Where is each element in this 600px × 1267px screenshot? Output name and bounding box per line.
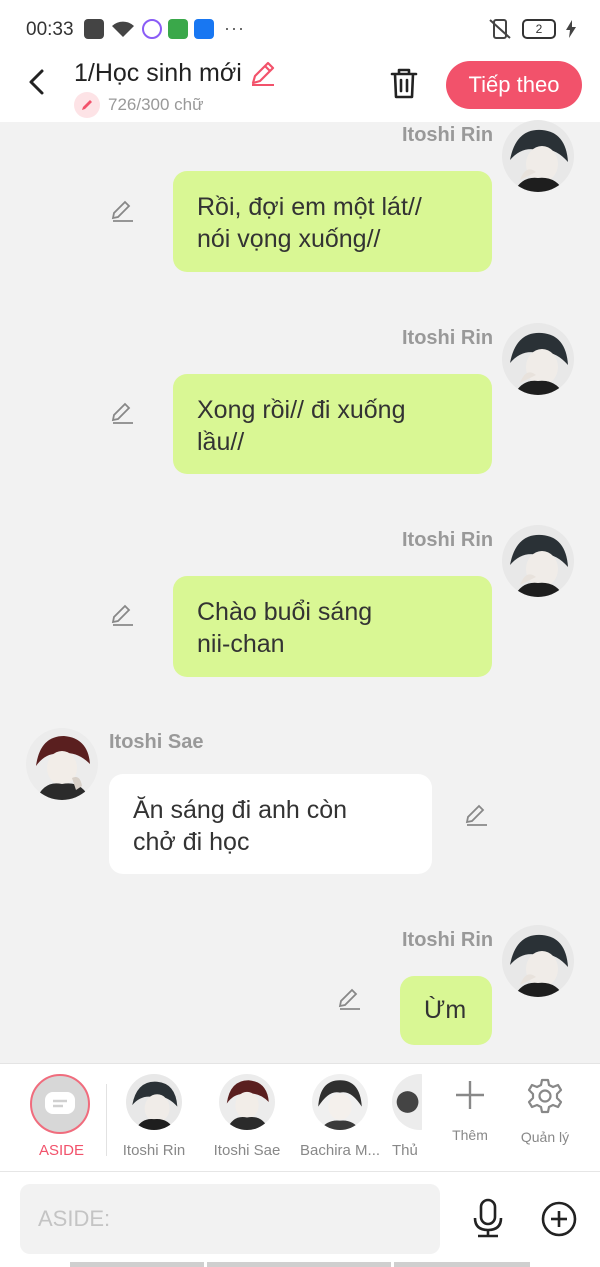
- edit-message-icon[interactable]: [464, 802, 490, 828]
- aside-button[interactable]: [30, 1074, 90, 1134]
- avatar[interactable]: [26, 728, 98, 800]
- character-item[interactable]: Itoshi Sae: [212, 1074, 282, 1159]
- message-bubble[interactable]: Xong rồi// đi xuống lầu//: [173, 374, 492, 474]
- wifi-icon: [112, 21, 134, 37]
- sender-name: Itoshi Rin: [402, 529, 494, 551]
- character-name: Itoshi Sae: [213, 1142, 281, 1159]
- notification-icons: ···: [84, 18, 245, 39]
- chapter-header: 1/Học sinh mới 726/300 chữ Tiếp theo: [0, 56, 600, 122]
- message-line: nii-chan: [197, 630, 285, 658]
- app-store-icon: [168, 18, 188, 39]
- status-time: 00:33: [26, 19, 74, 40]
- message-line: Ừm: [424, 996, 467, 1024]
- character-selector: ASIDE Itoshi Rin Itoshi Sae Bachira M...…: [0, 1063, 600, 1171]
- edit-message-icon[interactable]: [337, 986, 363, 1012]
- message-line: lầu//: [197, 428, 245, 456]
- avatar[interactable]: [502, 120, 574, 192]
- message-line: nói vọng xuống//: [197, 225, 381, 253]
- add-character-button[interactable]: Thêm: [435, 1078, 505, 1143]
- avatar[interactable]: [502, 925, 574, 997]
- battery-icon: 2: [522, 19, 556, 39]
- charging-icon: [566, 20, 576, 38]
- avatar[interactable]: [502, 525, 574, 597]
- sender-name: Itoshi Rin: [402, 929, 494, 951]
- avatar[interactable]: [502, 323, 574, 395]
- pencil-icon: [74, 92, 100, 118]
- keyboard-hint: [70, 1262, 204, 1267]
- word-count: 726/300 chữ: [108, 95, 204, 114]
- facebook-icon: [194, 18, 214, 39]
- avatar: [312, 1074, 368, 1130]
- avatar: [392, 1074, 422, 1130]
- character-name: Thủ: [392, 1142, 418, 1159]
- edit-message-icon[interactable]: [110, 602, 136, 628]
- gear-icon: [527, 1078, 563, 1114]
- edit-message-icon[interactable]: [110, 400, 136, 426]
- plus-icon: [456, 1081, 484, 1109]
- status-bar: 00:33 ··· 2: [0, 0, 600, 56]
- aside-label: ASIDE: [39, 1142, 85, 1159]
- close-notification-icon: [84, 18, 104, 39]
- avatar: [126, 1074, 182, 1130]
- edit-title-icon[interactable]: [248, 58, 278, 88]
- chat-bubble-icon: [45, 1092, 75, 1114]
- add-label: Thêm: [452, 1127, 488, 1143]
- message-line: chở đi học: [133, 828, 250, 856]
- character-item[interactable]: Thủ: [392, 1074, 422, 1159]
- message-line: Xong rồi// đi xuống: [197, 396, 406, 424]
- keyboard-hint: [394, 1262, 530, 1267]
- character-item[interactable]: Itoshi Rin: [122, 1074, 186, 1159]
- avatar: [219, 1074, 275, 1130]
- vibrate-mute-icon: [489, 19, 511, 39]
- add-attachment-icon[interactable]: [540, 1200, 578, 1238]
- message-input[interactable]: [20, 1184, 440, 1254]
- message-bubble[interactable]: Ừm: [400, 976, 492, 1045]
- word-count-row: 726/300 chữ: [74, 92, 204, 118]
- system-icons: 2: [488, 18, 576, 40]
- message-bubble[interactable]: Chào buổi sáng nii-chan: [173, 576, 492, 677]
- microphone-icon[interactable]: [470, 1198, 506, 1238]
- message-bubble[interactable]: Rồi, đợi em một lát// nói vọng xuống//: [173, 171, 492, 272]
- trash-icon[interactable]: [388, 66, 420, 100]
- character-item[interactable]: Bachira M...: [300, 1074, 380, 1159]
- message-line: Rồi, đợi em một lát//: [197, 193, 422, 221]
- next-button[interactable]: Tiếp theo: [446, 61, 582, 109]
- message-bubble[interactable]: Ăn sáng đi anh còn chở đi học: [109, 774, 432, 874]
- character-name: Itoshi Rin: [122, 1142, 186, 1159]
- more-notifications-icon: ···: [224, 18, 245, 38]
- divider: [106, 1084, 107, 1156]
- sender-name: Itoshi Rin: [402, 327, 494, 349]
- message-line: Ăn sáng đi anh còn: [133, 796, 348, 824]
- keyboard-hint: [207, 1262, 391, 1267]
- manage-label: Quản lý: [520, 1129, 570, 1145]
- manage-button[interactable]: Quản lý: [510, 1078, 580, 1145]
- title-row: 1/Học sinh mới: [74, 58, 278, 88]
- message-line: Chào buổi sáng: [197, 598, 373, 626]
- back-arrow-icon[interactable]: [24, 68, 52, 96]
- edit-message-icon[interactable]: [110, 198, 136, 224]
- chapter-title: 1/Học sinh mới: [74, 58, 242, 87]
- sender-name: Itoshi Sae: [109, 731, 204, 753]
- character-name: Bachira M...: [300, 1142, 381, 1159]
- composer-bar: [0, 1171, 600, 1267]
- messenger-icon: [142, 18, 162, 39]
- sender-name: Itoshi Rin: [402, 124, 494, 146]
